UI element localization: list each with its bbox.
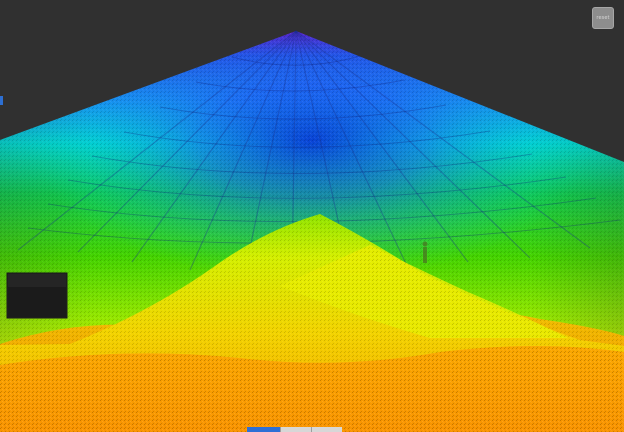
toolbar-button-3[interactable]	[311, 427, 342, 432]
view-reset-icon: reset	[596, 15, 610, 21]
point-cloud-canvas[interactable]	[0, 0, 624, 432]
left-edge-marker	[0, 96, 3, 105]
toolbar-button-1[interactable]	[247, 427, 280, 432]
person-figure	[422, 241, 428, 263]
doorway-shadow	[8, 287, 66, 317]
point-cloud-viewer[interactable]: reset	[0, 0, 624, 432]
view-reset-button[interactable]: reset	[592, 7, 614, 29]
bottom-toolbar	[247, 427, 343, 432]
toolbar-button-2[interactable]	[280, 427, 311, 432]
